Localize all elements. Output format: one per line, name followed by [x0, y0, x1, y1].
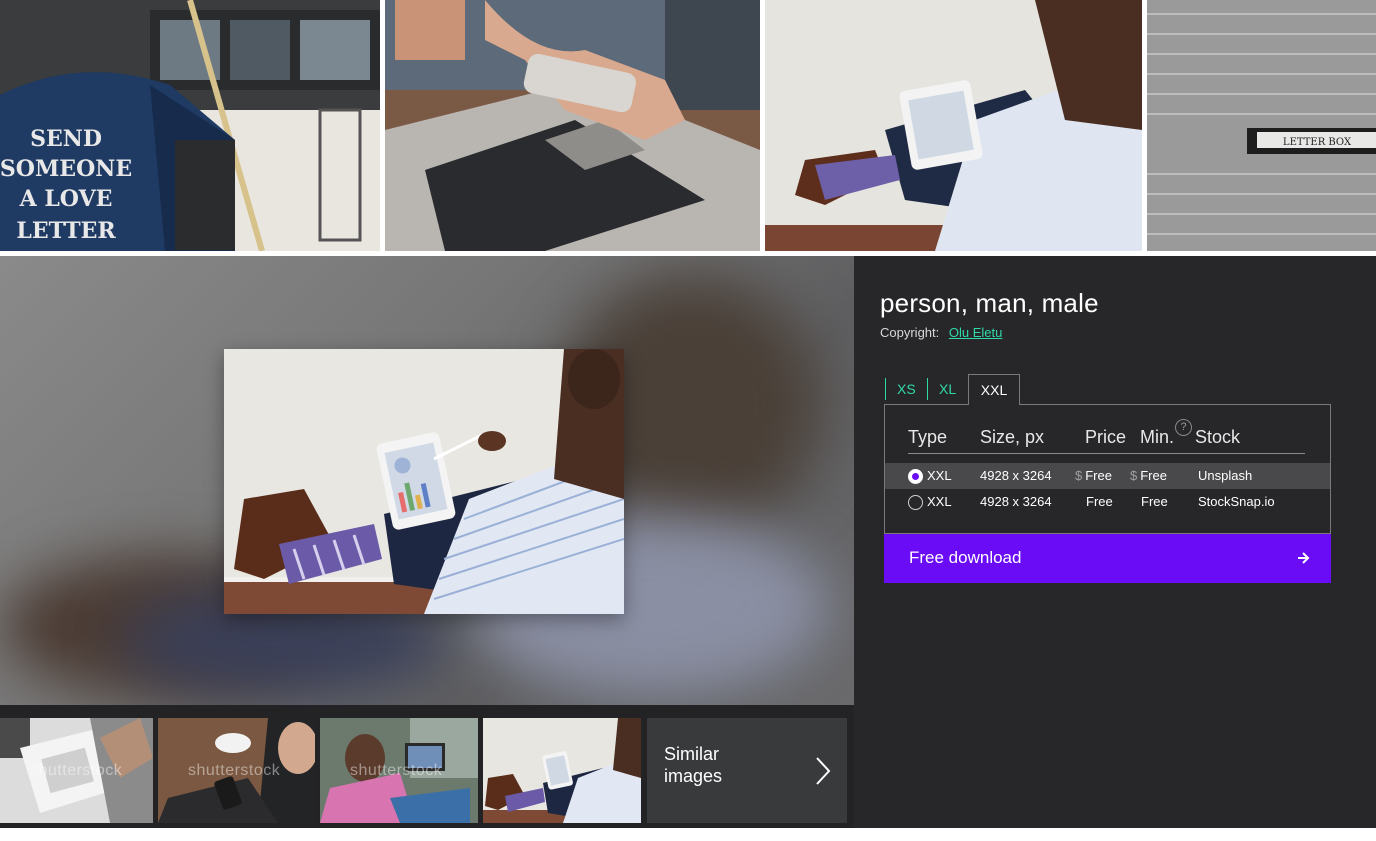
column-size: Size, px: [980, 427, 1045, 447]
cell-price: $ Free: [1075, 468, 1112, 483]
download-label: Free download: [909, 548, 1022, 567]
thumbnail-calculator[interactable]: shutterstock: [0, 718, 153, 823]
cell-size: 4928 x 3264: [980, 468, 1052, 483]
column-price: Price: [1085, 427, 1127, 447]
mailbox-text-1: SEND: [30, 126, 102, 152]
currency-symbol: $: [1075, 468, 1083, 483]
tablet-man-large-photo: [224, 349, 624, 614]
currency-symbol: $: [1130, 468, 1138, 483]
laptop-photo: [385, 0, 760, 251]
cell-min: Free: [1141, 494, 1168, 509]
column-stock: Stock: [1195, 427, 1241, 447]
photo-tile-letterbox[interactable]: LETTER BOX: [1147, 0, 1376, 251]
cell-price: Free: [1086, 494, 1113, 509]
thumbnail-phone-call[interactable]: shutterstock: [320, 718, 478, 823]
cell-size: 4928 x 3264: [980, 494, 1052, 509]
tab-xl[interactable]: XL: [927, 378, 967, 400]
column-type: Type: [908, 427, 948, 447]
thumbnail-tablet-man[interactable]: [483, 718, 641, 823]
tab-xs[interactable]: XS: [885, 378, 927, 400]
watermark: shutterstock: [350, 762, 443, 779]
license-table: Type Size, px Price Min. ? Stock XXL 492…: [884, 404, 1331, 534]
radio-unselected[interactable]: [908, 495, 923, 510]
tablet-man-thumb-photo: [483, 718, 641, 823]
copyright-label: Copyright:: [880, 325, 940, 340]
mailbox-text-4: LETTER: [16, 218, 116, 244]
header-divider: [908, 453, 1305, 454]
letterbox-label: LETTER BOX: [1283, 137, 1352, 148]
watermark: shutterstock: [188, 762, 281, 779]
photo-tile-laptop[interactable]: [385, 0, 760, 251]
thumbnail-coffee-phone[interactable]: shutterstock: [158, 718, 315, 823]
letterbox-photo: LETTER BOX: [1147, 0, 1376, 251]
table-row[interactable]: XXL 4928 x 3264 $ Free $ Free Unsplash: [885, 463, 1330, 489]
image-details-panel: person, man, male Copyright: Olu Eletu X…: [854, 256, 1376, 828]
mailbox-text-2: SOMEONE: [0, 156, 132, 182]
watermark: shutterstock: [30, 762, 123, 779]
image-viewer: shutterstock shutterstock shutterstock S…: [0, 256, 854, 828]
arrow-right-icon: [1298, 552, 1310, 564]
min-value: Free: [1140, 468, 1167, 483]
cell-stock: StockSnap.io: [1198, 494, 1275, 509]
column-min: Min.: [1140, 427, 1175, 447]
similar-images-button[interactable]: Similar images: [647, 718, 847, 823]
mailbox-photo: SEND SOMEONE A LOVE LETTER: [0, 0, 380, 251]
main-preview-image[interactable]: [224, 349, 624, 614]
photo-tile-mailbox[interactable]: SEND SOMEONE A LOVE LETTER: [0, 0, 380, 251]
price-value: Free: [1085, 468, 1112, 483]
cell-type: XXL: [927, 494, 952, 509]
free-download-button[interactable]: Free download: [884, 534, 1331, 583]
cell-type: XXL: [927, 468, 952, 483]
photo-tile-tablet-man[interactable]: [765, 0, 1142, 251]
table-row[interactable]: XXL 4928 x 3264 Free Free StockSnap.io: [885, 489, 1330, 515]
tab-xxl[interactable]: XXL: [968, 374, 1020, 405]
cell-min: $ Free: [1130, 468, 1167, 483]
author-link[interactable]: Olu Eletu: [949, 325, 1002, 340]
cell-stock: Unsplash: [1198, 468, 1253, 483]
chevron-right-icon: [816, 757, 831, 785]
similar-images-label: Similar images: [664, 744, 723, 786]
radio-selected[interactable]: [908, 469, 923, 484]
mailbox-text-3: A LOVE: [19, 186, 113, 212]
copyright-line: Copyright: Olu Eletu: [880, 325, 1002, 340]
image-title: person, man, male: [880, 288, 1099, 318]
help-circle-icon[interactable]: ?: [1175, 419, 1192, 436]
tablet-man-photo: [765, 0, 1142, 251]
